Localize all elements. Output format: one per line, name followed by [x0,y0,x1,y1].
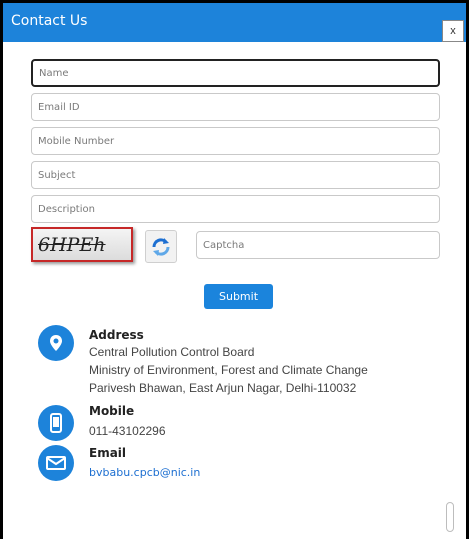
captcha-image: 6HPEh [31,227,133,262]
refresh-captcha-button[interactable] [145,230,177,263]
email-link[interactable]: bvbabu.cpcb@nic.in [89,466,200,479]
captcha-input[interactable] [196,231,440,259]
address-line-2: Ministry of Environment, Forest and Clim… [89,363,368,377]
refresh-icon [152,237,170,256]
address-line-1: Central Pollution Control Board [89,345,255,359]
email-input[interactable] [31,93,440,121]
email-title: Email [89,446,127,460]
dialog-header: Contact Us [3,3,466,42]
mobile-title: Mobile [89,404,135,418]
mobile-number-input[interactable] [31,127,440,155]
address-title: Address [89,328,144,342]
captcha-image-text: 6HPEh [38,233,106,256]
subject-input[interactable] [31,161,440,189]
scrollbar-thumb[interactable] [446,502,454,532]
mobile-phone-icon [38,405,74,441]
dialog-title: Contact Us [11,13,88,29]
envelope-icon [38,445,74,481]
address-line-3: Parivesh Bhawan, East Arjun Nagar, Delhi… [89,381,357,395]
name-input[interactable] [31,59,440,87]
close-button[interactable]: x [442,20,464,42]
mobile-number: 011-43102296 [89,424,166,438]
submit-button[interactable]: Submit [204,284,273,309]
description-input[interactable] [31,195,440,223]
location-pin-icon [38,325,74,361]
